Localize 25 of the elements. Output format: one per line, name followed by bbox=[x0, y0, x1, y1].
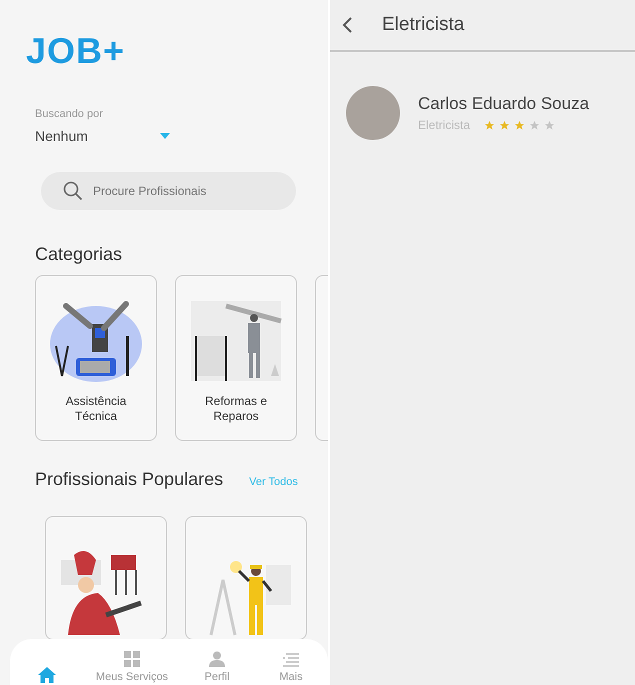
grid-icon bbox=[124, 651, 140, 667]
section-title: Profissionais Populares bbox=[35, 469, 224, 490]
screen-title: Eletricista bbox=[382, 14, 464, 36]
professional-card[interactable] bbox=[45, 516, 167, 640]
menu-icon bbox=[282, 653, 299, 667]
see-all-link[interactable]: Ver Todos bbox=[249, 476, 298, 488]
section-title: Categorias bbox=[35, 244, 124, 265]
back-icon[interactable] bbox=[342, 17, 352, 33]
nav-item[interactable]: Meus Serviços bbox=[96, 651, 168, 683]
nav-item[interactable]: Mais bbox=[266, 653, 316, 683]
search-field[interactable]: Procure Profissionais bbox=[41, 172, 296, 210]
category-card[interactable]: Assistência Técnica bbox=[35, 275, 157, 441]
person-icon bbox=[209, 651, 226, 667]
search-by-label: Buscando por bbox=[35, 108, 104, 120]
nav-item[interactable]: Perfil bbox=[192, 651, 242, 683]
app-logo: JOB+ bbox=[26, 30, 126, 73]
search-by-dropdown[interactable]: Nenhum bbox=[35, 128, 170, 144]
home-icon bbox=[38, 667, 56, 683]
category-label: Assistência Técnica bbox=[64, 394, 128, 424]
professional-name: Carlos Eduardo Souza bbox=[418, 94, 590, 114]
avatar-placeholder bbox=[346, 86, 400, 140]
category-label: Reformas e Reparos bbox=[204, 394, 268, 424]
category-card[interactable]: Reformas e Reparos bbox=[175, 275, 297, 441]
caret-icon bbox=[160, 133, 170, 139]
search-icon bbox=[63, 181, 83, 201]
